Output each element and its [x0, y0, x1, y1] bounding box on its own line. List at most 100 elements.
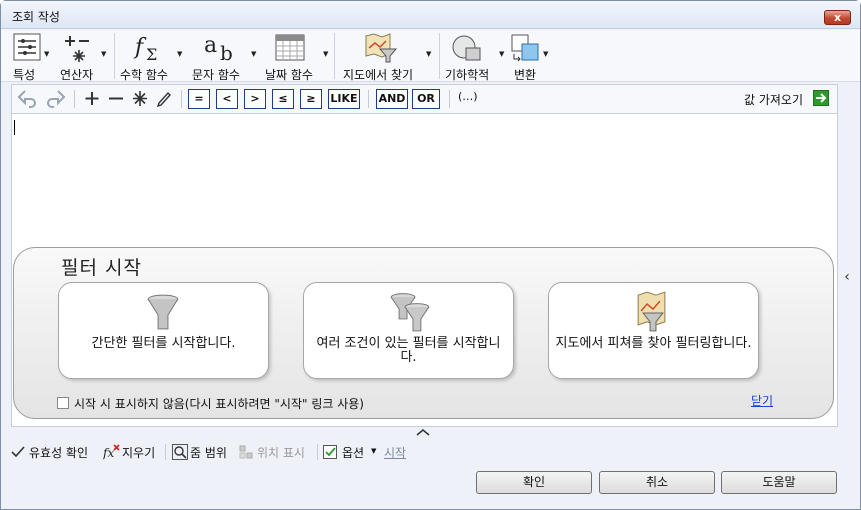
- close-button[interactable]: x: [824, 10, 851, 25]
- clear-button[interactable]: 지우기: [122, 444, 155, 461]
- ribbon-divider: [114, 33, 115, 79]
- ribbon-toolbar: ▼ 특성 ▼ 연산자 f Σ ▼ 수학 함수 a b ▼ 문자 함수 ▼ 날짜 …: [1, 30, 860, 82]
- toolbar-divider: [74, 90, 75, 108]
- like-operator-button[interactable]: LIKE: [328, 89, 360, 109]
- geometric-icon: [452, 35, 481, 61]
- string-function-icon: a b: [204, 33, 233, 64]
- checkbox-checked-icon: [323, 445, 337, 459]
- ribbon-transform-button[interactable]: ▼ 변환: [509, 30, 551, 82]
- location-icon: [239, 445, 253, 459]
- status-bar: 유효성 확인 fx 지우기 줌 범위 위치 표시 옵션 ▼ 시작: [1, 441, 860, 463]
- ribbon-label: 문자 함수: [192, 68, 240, 82]
- chevron-up-icon[interactable]: [414, 427, 432, 437]
- ribbon-label: 연산자: [60, 68, 94, 82]
- get-values-button[interactable]: 값 가져오기: [744, 91, 803, 108]
- cancel-button[interactable]: 취소: [599, 471, 715, 494]
- ribbon-math-function-button[interactable]: f Σ ▼ 수학 함수: [119, 30, 185, 82]
- ribbon-geometric-button[interactable]: ▼ 기하학적: [445, 30, 507, 82]
- less-equal-operator-button[interactable]: ≤: [272, 89, 294, 109]
- close-icon: x: [833, 11, 842, 24]
- equals-operator-button[interactable]: =: [188, 89, 210, 109]
- close-panel-link[interactable]: 닫기: [751, 392, 773, 409]
- help-button[interactable]: 도움말: [721, 471, 837, 494]
- status-divider: [317, 444, 318, 460]
- or-operator-button[interactable]: OR: [412, 89, 440, 109]
- chevron-down-icon: ▼: [499, 50, 505, 58]
- parentheses-button[interactable]: (…): [458, 90, 478, 111]
- chevron-left-icon[interactable]: ‹: [841, 269, 853, 287]
- ribbon-properties-button[interactable]: ▼ 특성: [12, 30, 52, 82]
- ribbon-divider: [439, 33, 440, 79]
- dont-show-on-start-label: 시작 시 표시하지 않음(다시 표시하려면 "시작" 링크 사용): [74, 397, 364, 411]
- ribbon-label: 지도에서 찾기: [343, 68, 414, 82]
- map-filter-card[interactable]: 지도에서 피쳐를 찾아 필터링합니다.: [548, 282, 759, 379]
- svg-text:a: a: [204, 33, 217, 58]
- text-caret: [14, 120, 15, 135]
- chevron-down-icon: ▼: [426, 50, 432, 58]
- ribbon-label: 변환: [514, 68, 537, 82]
- funnel-icon: [147, 294, 179, 330]
- ribbon-label: 날짜 함수: [265, 68, 313, 82]
- window-title: 조회 작성: [12, 10, 60, 24]
- card-text: 간단한 필터를 시작합니다.: [91, 336, 236, 351]
- svg-text:f: f: [133, 35, 147, 60]
- query-builder-window: 조회 작성 x ▼ 특성 ▼ 연산자 f Σ ▼ 수학 함수 a b ▼ 문자 …: [0, 0, 861, 510]
- start-link[interactable]: 시작: [384, 444, 406, 461]
- simple-filter-card[interactable]: 간단한 필터를 시작합니다.: [58, 282, 269, 379]
- chevron-down-icon: ▼: [101, 50, 107, 58]
- zoom-range-button[interactable]: 줌 범위: [190, 444, 227, 461]
- greater-than-operator-button[interactable]: >: [244, 89, 266, 109]
- show-location-button[interactable]: 위치 표시: [257, 444, 305, 461]
- map-filter-icon: [365, 33, 398, 63]
- transform-icon: [511, 34, 539, 62]
- redo-icon[interactable]: [44, 88, 66, 109]
- multiply-icon[interactable]: [130, 88, 150, 109]
- ribbon-operators-button[interactable]: ▼ 연산자: [57, 30, 109, 82]
- toolbar-divider: [368, 90, 369, 108]
- chevron-down-icon: ▼: [543, 50, 549, 58]
- ok-button[interactable]: 확인: [476, 471, 592, 494]
- chevron-down-icon: ▼: [177, 50, 183, 58]
- ribbon-find-on-map-button[interactable]: ▼ 지도에서 찾기: [342, 30, 434, 82]
- math-function-icon: f Σ: [133, 35, 157, 64]
- validate-button[interactable]: 유효성 확인: [29, 444, 88, 461]
- svg-text:fx: fx: [103, 446, 114, 460]
- ribbon-divider: [334, 33, 335, 79]
- status-divider: [165, 444, 166, 460]
- multi-condition-filter-card[interactable]: 여러 조건이 있는 필터를 시작합니다.: [303, 282, 514, 379]
- undo-icon[interactable]: [17, 88, 39, 109]
- divide-icon[interactable]: [154, 88, 174, 109]
- clear-function-icon: fx: [103, 444, 120, 460]
- less-than-operator-button[interactable]: <: [216, 89, 238, 109]
- minus-icon[interactable]: [106, 88, 126, 109]
- chevron-down-icon: ▼: [251, 50, 257, 58]
- arrow-right-icon[interactable]: [813, 90, 829, 106]
- plus-icon[interactable]: [82, 88, 102, 109]
- card-text: 지도에서 피쳐를 찾아 필터링합니다.: [555, 336, 752, 351]
- options-button[interactable]: 옵션: [342, 444, 364, 461]
- ribbon-date-function-button[interactable]: ▼ 날짜 함수: [265, 30, 331, 82]
- card-text: 여러 조건이 있는 필터를 시작합니다.: [316, 336, 501, 365]
- and-operator-button[interactable]: AND: [376, 89, 408, 109]
- ribbon-label: 특성: [13, 68, 36, 82]
- panel-title: 필터 시작: [61, 257, 142, 279]
- toolbar-divider: [449, 90, 450, 108]
- greater-equal-operator-button[interactable]: ≥: [300, 89, 322, 109]
- map-funnel-icon: [637, 291, 666, 332]
- double-funnel-icon: [390, 293, 430, 332]
- chevron-down-icon: ▼: [323, 50, 329, 58]
- operators-icon: [65, 36, 89, 62]
- title-bar: 조회 작성 x: [1, 1, 860, 29]
- svg-text:b: b: [220, 41, 233, 64]
- svg-text:Σ: Σ: [146, 45, 157, 64]
- checkmark-icon: [11, 446, 25, 458]
- ribbon-string-function-button[interactable]: a b ▼ 문자 함수: [191, 30, 257, 82]
- chevron-down-icon: ▼: [44, 50, 50, 58]
- ribbon-label: 기하학적: [445, 68, 490, 82]
- toolbar-divider: [181, 90, 182, 108]
- dont-show-on-start-checkbox[interactable]: [57, 397, 69, 409]
- expression-toolbar: = < > ≤ ≥ LIKE AND OR (…) 값 가져오기: [11, 84, 838, 113]
- ribbon-label: 수학 함수: [120, 68, 168, 82]
- filter-start-panel: 필터 시작 간단한 필터를 시작합니다. 여러 조건이 있는 필터를 시작합니다…: [13, 247, 834, 419]
- properties-list-icon: [13, 33, 41, 61]
